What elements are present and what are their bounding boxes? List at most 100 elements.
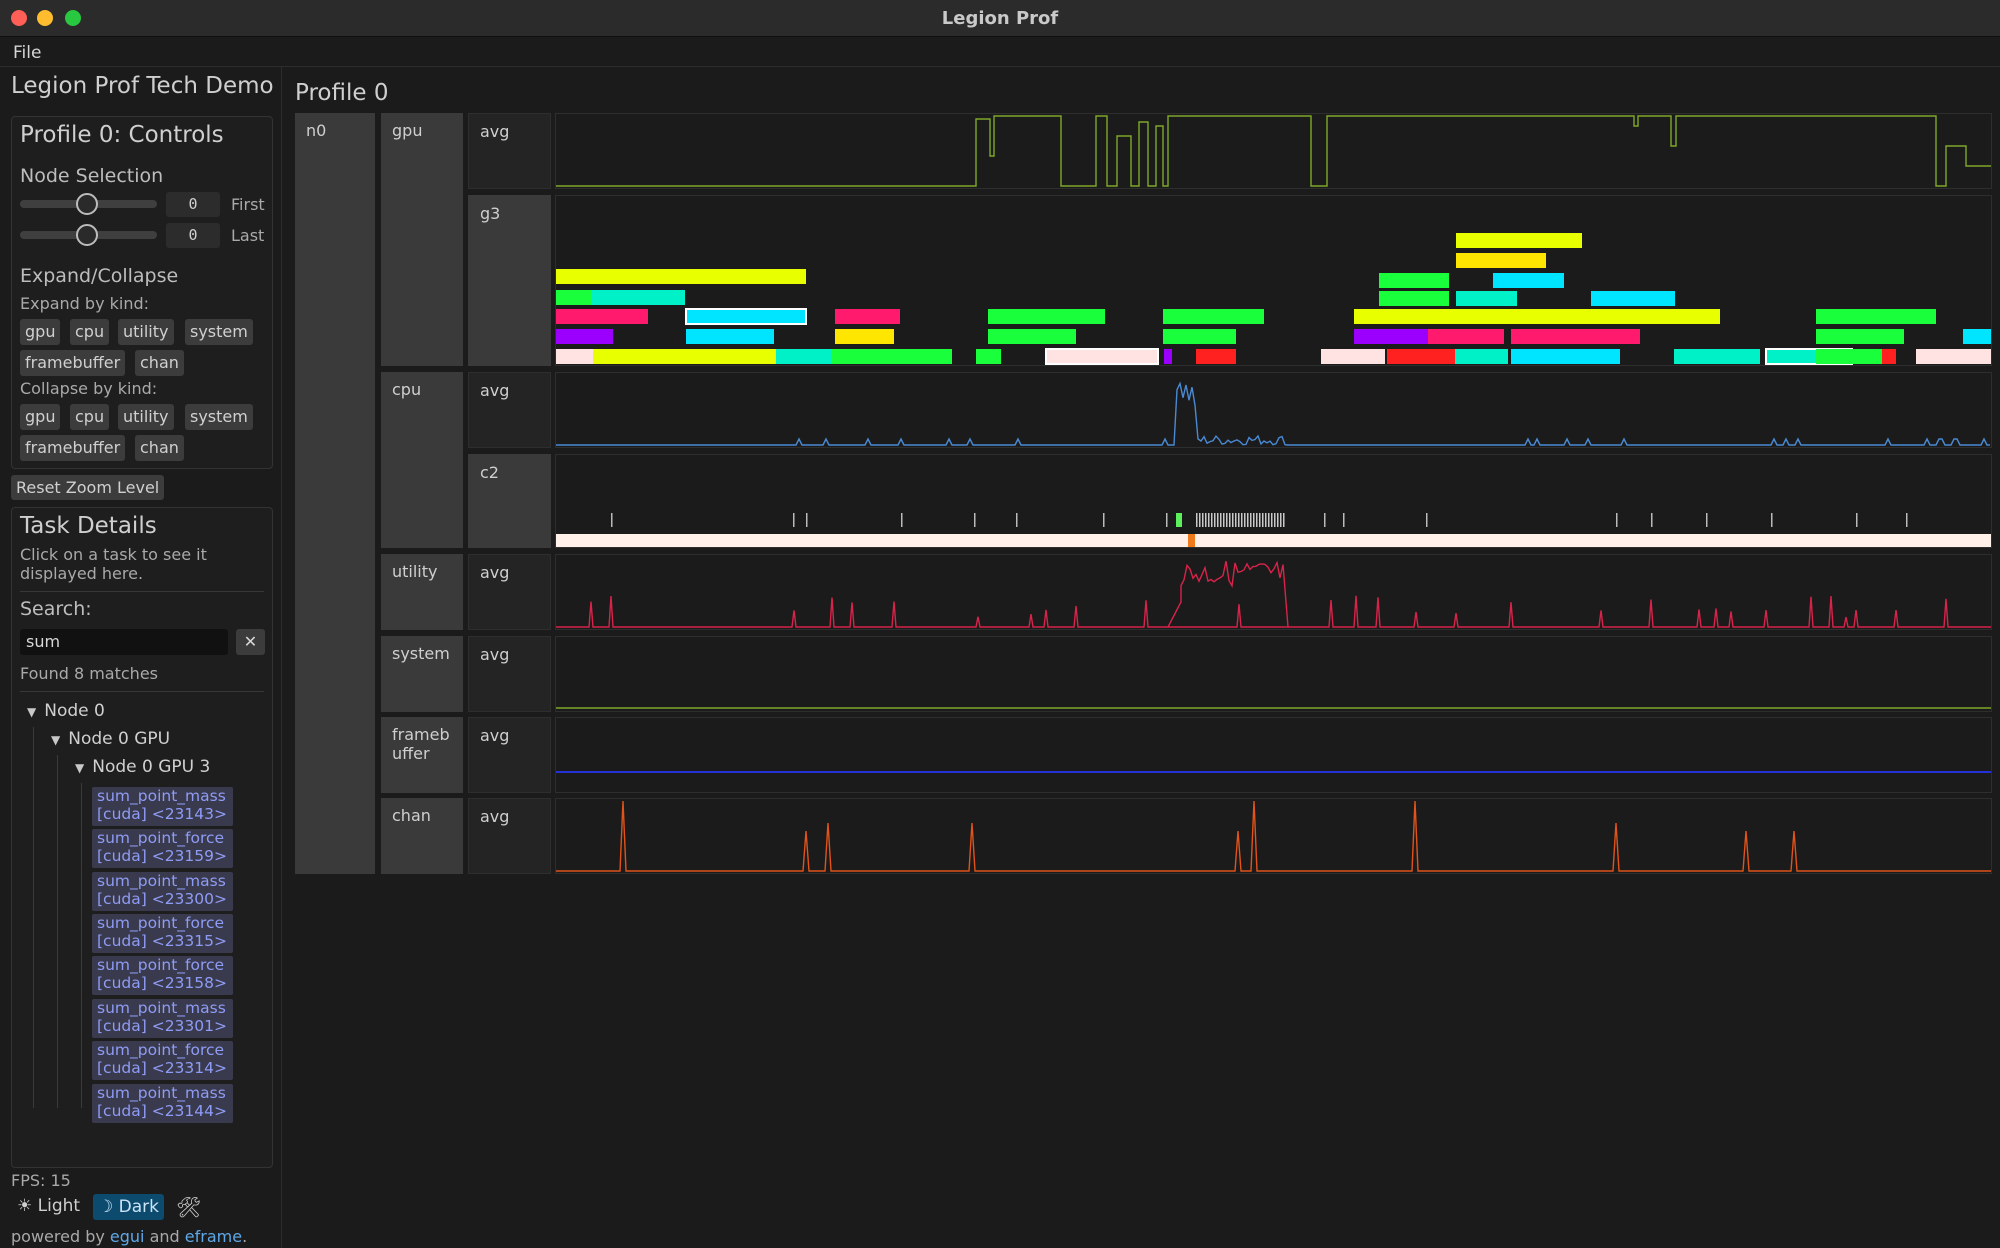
expand-framebuffer-button[interactable]: framebuffer <box>20 350 126 376</box>
chan-avg-label-cell[interactable]: avg <box>468 798 551 874</box>
task-box[interactable] <box>1354 329 1428 344</box>
task-tick[interactable] <box>1199 513 1201 527</box>
task-box[interactable] <box>1428 329 1504 344</box>
gpu-g3-label-cell[interactable]: g3 <box>468 195 551 366</box>
search-result-item[interactable]: sum_point_force [cuda] <23159> <box>92 829 233 868</box>
task-tick[interactable] <box>1262 513 1264 527</box>
cpu-kind-row[interactable]: cpu <box>381 372 463 548</box>
task-tick[interactable] <box>974 513 976 527</box>
cpu-utilization-plot[interactable] <box>555 372 1992 448</box>
task-box[interactable] <box>1456 233 1582 248</box>
task-tick[interactable] <box>1651 513 1653 527</box>
task-box[interactable] <box>1674 349 1760 364</box>
search-result-item[interactable]: sum_point_mass [cuda] <23300> <box>92 872 233 911</box>
task-tick[interactable] <box>1706 513 1708 527</box>
utility-utilization-plot[interactable] <box>555 554 1992 630</box>
c2-task-bar[interactable] <box>556 534 1991 547</box>
task-box[interactable] <box>1379 273 1449 288</box>
gpu-g3-timeline[interactable] <box>555 195 1992 366</box>
task-box[interactable] <box>976 349 1001 364</box>
task-box[interactable] <box>1511 349 1620 364</box>
task-box[interactable] <box>1963 329 1991 344</box>
task-box[interactable] <box>1493 273 1564 288</box>
search-result-item[interactable]: sum_point_mass [cuda] <23143> <box>92 787 233 826</box>
node-column[interactable]: n0 <box>295 113 375 874</box>
task-box[interactable] <box>1379 291 1449 306</box>
chan-utilization-plot[interactable] <box>555 798 1992 874</box>
expand-utility-button[interactable]: utility <box>118 319 174 345</box>
task-box[interactable] <box>1816 349 1882 364</box>
dark-theme-button[interactable]: ☽ Dark <box>93 1194 164 1220</box>
cpu-c2-timeline[interactable] <box>555 454 1992 548</box>
task-box[interactable] <box>593 349 781 364</box>
light-theme-button[interactable]: ☀ Light <box>17 1196 80 1216</box>
task-box[interactable] <box>556 329 613 344</box>
task-tick[interactable] <box>1166 513 1168 527</box>
task-box[interactable] <box>1916 349 1991 364</box>
task-tick[interactable] <box>1906 513 1908 527</box>
task-box[interactable] <box>832 349 952 364</box>
task-box[interactable] <box>556 349 593 364</box>
tree-node-0-gpu-3[interactable]: ▼ Node 0 GPU 3 <box>75 757 210 777</box>
task-box[interactable] <box>592 290 685 305</box>
gpu-avg-label-cell[interactable]: avg <box>468 113 551 189</box>
task-tick[interactable] <box>1271 513 1273 527</box>
task-tick[interactable] <box>1223 513 1225 527</box>
gpu-utilization-plot[interactable] <box>555 113 1992 189</box>
task-tick[interactable] <box>1259 513 1261 527</box>
task-tick[interactable] <box>1244 513 1246 527</box>
task-tick[interactable] <box>1265 513 1267 527</box>
last-node-field[interactable]: 0 <box>166 223 220 248</box>
task-box[interactable] <box>835 309 900 324</box>
cpu-avg-label-cell[interactable]: avg <box>468 372 551 448</box>
task-tick[interactable] <box>806 513 808 527</box>
task-tick[interactable] <box>1283 513 1285 527</box>
collapse-cpu-button[interactable]: cpu <box>70 404 110 430</box>
task-box[interactable] <box>835 329 894 344</box>
first-node-field[interactable]: 0 <box>166 192 220 217</box>
system-kind-row[interactable]: system <box>381 636 463 712</box>
task-tick[interactable] <box>901 513 903 527</box>
task-tick[interactable] <box>1616 513 1618 527</box>
task-box[interactable] <box>685 308 807 325</box>
egui-link[interactable]: egui <box>110 1227 145 1246</box>
task-tick[interactable] <box>1214 513 1216 527</box>
tree-node-0-gpu[interactable]: ▼ Node 0 GPU <box>51 729 170 749</box>
task-tick[interactable] <box>1103 513 1105 527</box>
task-box[interactable] <box>1816 309 1936 324</box>
task-box[interactable] <box>1321 349 1385 364</box>
task-box[interactable] <box>1591 291 1675 306</box>
task-tick[interactable] <box>1856 513 1858 527</box>
search-result-item[interactable]: sum_point_force [cuda] <23314> <box>92 1041 233 1080</box>
collapse-framebuffer-button[interactable]: framebuffer <box>20 435 126 461</box>
task-tick[interactable] <box>1771 513 1773 527</box>
task-tick[interactable] <box>1217 513 1219 527</box>
first-node-slider[interactable] <box>20 193 157 215</box>
task-tick[interactable] <box>1247 513 1249 527</box>
menu-file[interactable]: File <box>13 43 41 63</box>
cpu-c2-label-cell[interactable]: c2 <box>468 454 551 548</box>
last-node-slider[interactable] <box>20 224 157 246</box>
task-tick[interactable] <box>1238 513 1240 527</box>
framebuffer-utilization-plot[interactable] <box>555 717 1992 793</box>
eframe-link[interactable]: eframe <box>185 1227 242 1246</box>
framebuffer-kind-row[interactable]: frameb uffer <box>381 717 463 793</box>
task-box[interactable] <box>1456 253 1546 268</box>
collapse-system-button[interactable]: system <box>185 404 253 430</box>
task-box[interactable] <box>1163 329 1236 344</box>
task-tick[interactable] <box>1229 513 1231 527</box>
expand-chan-button[interactable]: chan <box>135 350 184 376</box>
expand-gpu-button[interactable]: gpu <box>20 319 61 345</box>
task-box[interactable] <box>1354 309 1720 324</box>
task-box[interactable] <box>1196 349 1236 364</box>
task-box[interactable] <box>988 329 1076 344</box>
reset-zoom-button[interactable]: Reset Zoom Level <box>11 475 165 500</box>
tools-icon[interactable]: 🛠 <box>176 1195 201 1219</box>
task-tick[interactable] <box>1426 513 1428 527</box>
task-tick[interactable] <box>1196 513 1198 527</box>
c2-task-bar-highlight[interactable] <box>1188 534 1195 547</box>
task-tick[interactable] <box>611 513 613 527</box>
search-result-item[interactable]: sum_point_force [cuda] <23158> <box>92 956 233 995</box>
task-tick[interactable] <box>1268 513 1270 527</box>
utility-avg-label-cell[interactable]: avg <box>468 554 551 630</box>
